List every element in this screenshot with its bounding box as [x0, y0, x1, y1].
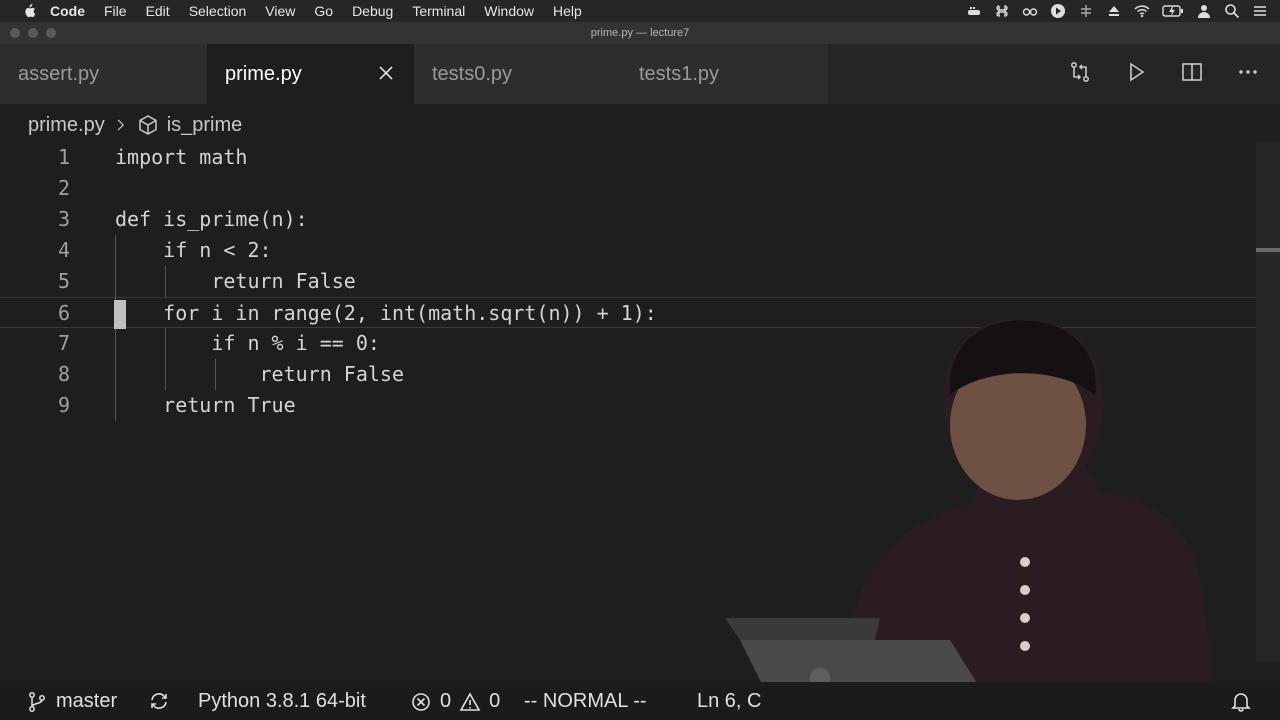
- close-icon[interactable]: [376, 63, 396, 83]
- breadcrumb-symbol[interactable]: is_prime: [167, 114, 243, 137]
- apple-logo-icon[interactable]: [22, 4, 36, 18]
- line-text: return False: [115, 362, 404, 386]
- tab-label: tests1.py: [639, 62, 720, 85]
- cursor-position: Ln 6, C: [697, 690, 762, 712]
- battery-icon[interactable]: [1162, 3, 1184, 19]
- vim-mode-status: -- NORMAL --: [524, 690, 647, 713]
- glasses-icon[interactable]: [1022, 3, 1038, 19]
- extension-icon[interactable]: [1078, 3, 1094, 19]
- user-icon[interactable]: [1196, 3, 1212, 19]
- breadcrumb-file[interactable]: prime.py: [28, 114, 105, 137]
- command-icon[interactable]: [994, 3, 1010, 19]
- menu-window[interactable]: Window: [484, 3, 534, 19]
- branch-name: master: [56, 690, 118, 712]
- wifi-icon[interactable]: [1134, 3, 1150, 19]
- bell-icon: [1231, 693, 1251, 712]
- menu-edit[interactable]: Edit: [146, 3, 170, 19]
- editor-actions: [1068, 60, 1260, 84]
- menu-view[interactable]: View: [265, 3, 295, 19]
- status-bar: master Python 3.8.1 64-bit 0 0 -- NORMAL…: [0, 682, 1280, 720]
- cursor-position-status[interactable]: Ln 6, C: [697, 690, 761, 713]
- code-line: 4 if n < 2:: [0, 235, 1256, 266]
- git-branch-icon: [29, 691, 45, 712]
- indent-guide: [215, 359, 216, 390]
- python-interpreter-status[interactable]: Python 3.8.1 64-bit: [198, 690, 366, 713]
- line-number: 4: [57, 238, 70, 262]
- tab-assert-py[interactable]: assert.py: [0, 44, 207, 104]
- menu-terminal[interactable]: Terminal: [412, 3, 465, 19]
- problems-status[interactable]: 0 0: [410, 690, 500, 713]
- control-center-icon[interactable]: [1252, 3, 1268, 19]
- menu-help[interactable]: Help: [553, 3, 582, 19]
- indent-guide: [165, 328, 166, 390]
- code-line: 3 def is_prime(n):: [0, 204, 1256, 235]
- menu-file[interactable]: File: [104, 3, 127, 19]
- spotlight-search-icon[interactable]: [1224, 3, 1240, 19]
- sync-icon: [151, 693, 167, 709]
- tab-tests0-py[interactable]: tests0.py: [414, 44, 621, 104]
- menu-go[interactable]: Go: [314, 3, 333, 19]
- tab-label: prime.py: [225, 62, 302, 85]
- zoom-window-button[interactable]: [46, 28, 56, 38]
- window-controls: [10, 28, 56, 38]
- presenter-video-overlay: [725, 318, 1220, 720]
- code-line: 1 import math: [0, 142, 1256, 173]
- compare-changes-icon[interactable]: [1068, 60, 1092, 84]
- error-icon: [412, 692, 430, 711]
- chevron-right-icon: [117, 119, 124, 131]
- tab-tests1-py[interactable]: tests1.py: [621, 44, 828, 104]
- breadcrumb: prime.py is_prime: [28, 112, 242, 138]
- line-text: for i in range(2, int(math.sqrt(n)) + 1)…: [115, 301, 657, 325]
- tab-prime-py[interactable]: prime.py: [207, 44, 414, 104]
- line-number: 5: [57, 269, 70, 293]
- menu-selection[interactable]: Selection: [189, 3, 247, 19]
- docker-icon[interactable]: [966, 3, 982, 19]
- window-title: prime.py — lecture7: [590, 27, 690, 39]
- line-number: 2: [57, 176, 70, 200]
- code-line: 5 return False: [0, 266, 1256, 297]
- block-cursor: [114, 300, 126, 329]
- line-text: return False: [115, 269, 356, 293]
- scrollbar-thumb[interactable]: [1256, 248, 1280, 252]
- indent-guide: [165, 266, 166, 297]
- line-text: import math: [115, 145, 248, 169]
- play-circle-icon[interactable]: [1050, 3, 1066, 19]
- tab-label: tests0.py: [432, 62, 513, 85]
- line-text: if n < 2:: [115, 238, 272, 262]
- menu-debug[interactable]: Debug: [352, 3, 393, 19]
- run-icon[interactable]: [1124, 60, 1148, 84]
- eject-icon[interactable]: [1106, 3, 1122, 19]
- menubar-status-icons: [966, 0, 1268, 22]
- tab-label: assert.py: [18, 62, 100, 85]
- error-count: 0: [440, 690, 452, 712]
- more-actions-icon[interactable]: [1236, 60, 1260, 84]
- minimize-window-button[interactable]: [28, 28, 38, 38]
- notifications-status[interactable]: [1230, 690, 1252, 712]
- editor-tab-bar: assert.py prime.py tests0.py tests1.py: [0, 44, 1280, 104]
- git-branch-status[interactable]: master: [26, 690, 117, 713]
- close-window-button[interactable]: [10, 28, 20, 38]
- warning-count: 0: [489, 690, 501, 712]
- macos-menubar: Code File Edit Selection View Go Debug T…: [0, 0, 1280, 22]
- split-editor-icon[interactable]: [1180, 60, 1204, 84]
- symbol-method-icon: [138, 115, 157, 135]
- code-line: 2: [0, 173, 1256, 204]
- line-number: 6: [57, 301, 70, 325]
- line-text: def is_prime(n):: [115, 207, 308, 231]
- line-number: 7: [57, 331, 70, 355]
- line-number: 3: [57, 207, 70, 231]
- vim-mode: -- NORMAL --: [524, 690, 647, 712]
- warning-icon: [459, 691, 481, 711]
- line-number: 8: [57, 362, 70, 386]
- line-text: return True: [115, 393, 296, 417]
- sync-status[interactable]: [148, 690, 170, 712]
- line-number: 1: [57, 145, 70, 169]
- line-number: 9: [57, 393, 70, 417]
- interpreter-label: Python 3.8.1 64-bit: [198, 690, 366, 712]
- menu-code[interactable]: Code: [50, 3, 85, 19]
- window-titlebar: prime.py — lecture7: [0, 22, 1280, 44]
- line-text: if n % i == 0:: [115, 331, 380, 355]
